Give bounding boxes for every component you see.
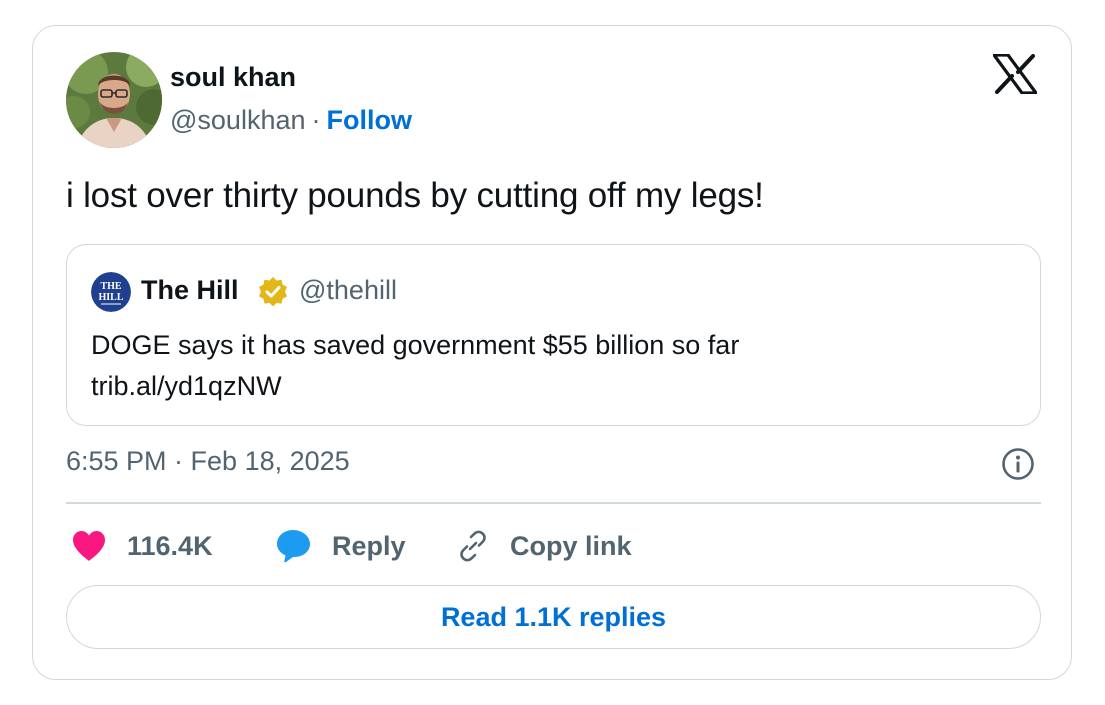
read-replies-button[interactable]: Read 1.1K replies (66, 585, 1041, 649)
tweet-card: soul khan @soulkhan · Follow i lost over t… (32, 25, 1072, 680)
link-icon (456, 529, 490, 563)
speech-bubble-icon (276, 529, 312, 563)
x-logo-icon[interactable] (992, 53, 1038, 95)
quoted-tweet-text: DOGE says it has saved government $55 bi… (91, 325, 739, 407)
quoted-avatar-logo-line2: HILL (98, 292, 123, 303)
divider (66, 502, 1041, 504)
follow-button[interactable]: Follow (327, 105, 412, 135)
verified-badge-icon (257, 276, 289, 308)
info-icon[interactable] (1001, 447, 1035, 481)
handle-separator: · (311, 105, 321, 135)
quoted-text-line1: DOGE says it has saved government $55 bi… (91, 330, 740, 360)
quoted-author-name: The Hill (141, 275, 239, 305)
like-count: 116.4K (127, 530, 213, 561)
copy-link-button[interactable]: Copy link (456, 524, 632, 568)
tweet-timestamp[interactable]: 6:55 PM · Feb 18, 2025 (66, 446, 350, 477)
quoted-text-link[interactable]: trib.al/yd1qzNW (91, 366, 739, 407)
quoted-tweet[interactable]: THE HILL The Hill @thehill DOGE says it … (66, 244, 1041, 426)
author-handle-row: @soulkhan · Follow (170, 105, 412, 136)
author-handle[interactable]: @soulkhan (170, 105, 306, 135)
reply-label: Reply (332, 530, 406, 561)
quoted-author-handle: @thehill (299, 275, 397, 305)
reply-button[interactable]: Reply (276, 524, 406, 568)
action-bar: 116.4K Reply Copy link (66, 524, 1041, 568)
quoted-avatar: THE HILL (91, 272, 131, 312)
like-button[interactable]: 116.4K (71, 524, 213, 568)
tweet-text: i lost over thirty pounds by cutting off… (66, 176, 764, 215)
copy-link-label: Copy link (510, 530, 632, 561)
avatar-photo (66, 52, 162, 148)
heart-icon (71, 530, 107, 562)
author-display-name[interactable]: soul khan (170, 62, 296, 93)
quoted-avatar-logo-line1: THE (100, 281, 121, 292)
author-avatar[interactable] (66, 52, 162, 148)
